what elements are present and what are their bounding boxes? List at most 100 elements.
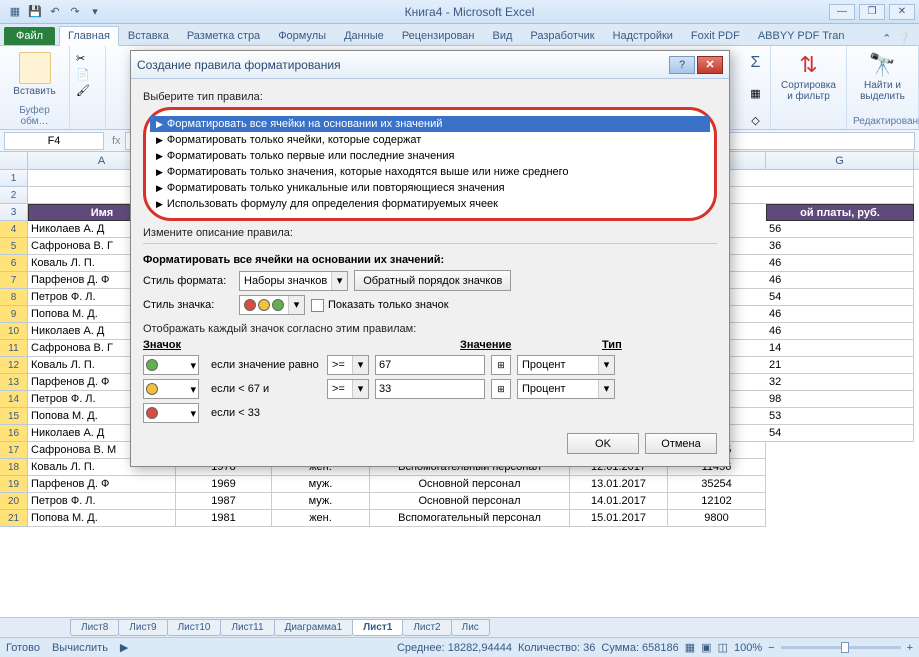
cell[interactable]: 1987 xyxy=(176,493,272,510)
row-header[interactable]: 3 xyxy=(0,204,28,221)
cell[interactable]: Основной персонал xyxy=(370,493,570,510)
row-header[interactable]: 6 xyxy=(0,255,28,272)
cell[interactable]: Основной персонал xyxy=(370,476,570,493)
sheet-tab[interactable]: Лис xyxy=(451,619,490,636)
show-icon-only-checkbox[interactable]: Показать только значок xyxy=(311,299,449,312)
rule-type-item[interactable]: ▶Форматировать только ячейки, которые со… xyxy=(150,132,710,148)
row-header[interactable]: 14 xyxy=(0,391,28,408)
cell[interactable]: 15.01.2017 xyxy=(570,510,668,527)
row-header[interactable]: 8 xyxy=(0,289,28,306)
icon2-combo[interactable]: ▾ xyxy=(143,379,199,399)
tab-foxit[interactable]: Foxit PDF xyxy=(682,26,749,45)
cell[interactable]: 98 xyxy=(766,391,914,408)
rule-type-item[interactable]: ▶Форматировать только значения, которые … xyxy=(150,164,710,180)
cell[interactable]: 14 xyxy=(766,340,914,357)
row-header[interactable]: 12 xyxy=(0,357,28,374)
zoom-out-button[interactable]: − xyxy=(768,642,774,654)
ribbon-minimize-icon[interactable]: ⌃ xyxy=(882,32,891,45)
row-header[interactable]: 10 xyxy=(0,323,28,340)
format-style-combo[interactable]: Наборы значков▾ xyxy=(239,271,348,291)
undo-icon[interactable]: ↶ xyxy=(46,3,64,21)
close-window-button[interactable]: ✕ xyxy=(889,4,915,20)
row-header[interactable]: 16 xyxy=(0,425,28,442)
minimize-button[interactable]: — xyxy=(829,4,855,20)
type2-combo[interactable]: Процент▾ xyxy=(517,379,615,399)
row-header[interactable]: 13 xyxy=(0,374,28,391)
sort-filter-button[interactable]: ⇅ Сортировка и фильтр xyxy=(777,48,840,106)
autosum-button[interactable]: Σ xyxy=(747,48,764,72)
ref1-picker[interactable]: ⊞ xyxy=(491,355,511,375)
sheet-tab[interactable]: Лист2 xyxy=(402,619,451,636)
tab-addons[interactable]: Надстройки xyxy=(604,26,682,45)
cell[interactable]: 1969 xyxy=(176,476,272,493)
cell[interactable]: 46 xyxy=(766,306,914,323)
cell[interactable]: жен. xyxy=(272,510,370,527)
zoom-slider[interactable] xyxy=(781,646,901,649)
tab-home[interactable]: Главная xyxy=(59,26,119,46)
row-header[interactable]: 5 xyxy=(0,238,28,255)
sheet-tab[interactable]: Диаграмма1 xyxy=(274,619,354,636)
paste-button[interactable]: Вставить xyxy=(6,48,63,101)
clear-icon[interactable]: ◇ xyxy=(747,114,764,127)
row-header[interactable]: 18 xyxy=(0,459,28,476)
rule-type-item[interactable]: ▶Форматировать только первые или последн… xyxy=(150,148,710,164)
cell[interactable]: 35254 xyxy=(668,476,766,493)
tab-developer[interactable]: Разработчик xyxy=(521,26,603,45)
zoom-in-button[interactable]: + xyxy=(907,642,913,654)
tab-data[interactable]: Данные xyxy=(335,26,393,45)
restore-button[interactable]: ❐ xyxy=(859,4,885,20)
copy-icon[interactable]: 📄 xyxy=(76,68,99,81)
tab-formulas[interactable]: Формулы xyxy=(269,26,335,45)
tab-view[interactable]: Вид xyxy=(484,26,522,45)
dialog-help-button[interactable]: ? xyxy=(669,56,695,74)
name-box[interactable]: F4 xyxy=(4,132,104,150)
cut-icon[interactable]: ✂ xyxy=(76,52,99,65)
cell[interactable]: Петров Ф. Л. xyxy=(28,493,176,510)
select-all-corner[interactable] xyxy=(0,152,28,169)
zoom-level[interactable]: 100% xyxy=(734,642,762,654)
ref2-picker[interactable]: ⊞ xyxy=(491,379,511,399)
row-header[interactable]: 11 xyxy=(0,340,28,357)
redo-icon[interactable]: ↷ xyxy=(66,3,84,21)
cell[interactable]: Парфенов Д. Ф xyxy=(28,476,176,493)
help-icon[interactable]: ❔ xyxy=(897,32,911,45)
icon-style-combo[interactable]: ▾ xyxy=(239,295,305,315)
cell[interactable]: 13.01.2017 xyxy=(570,476,668,493)
format-painter-icon[interactable]: 🖌 xyxy=(76,84,99,97)
tab-review[interactable]: Рецензирован xyxy=(393,26,484,45)
op2-combo[interactable]: >=▾ xyxy=(327,379,369,399)
icon1-combo[interactable]: ▾ xyxy=(143,355,199,375)
icon3-combo[interactable]: ▾ xyxy=(143,403,199,423)
status-macro-icon[interactable]: ▶ xyxy=(120,641,128,654)
row-header[interactable]: 7 xyxy=(0,272,28,289)
cell[interactable]: муж. xyxy=(272,476,370,493)
fx-icon[interactable]: fx xyxy=(108,135,125,147)
col-G[interactable]: G xyxy=(766,152,914,169)
view-normal-icon[interactable]: ▦ xyxy=(685,641,695,654)
rule-type-item[interactable]: ▶Использовать формулу для определения фо… xyxy=(150,196,710,212)
row-header[interactable]: 1 xyxy=(0,170,28,187)
row-header[interactable]: 9 xyxy=(0,306,28,323)
ok-button[interactable]: OK xyxy=(567,433,639,454)
find-select-button[interactable]: 🔭 Найти и выделить xyxy=(853,48,912,106)
save-icon[interactable]: 💾 xyxy=(26,3,44,21)
cell[interactable]: 1981 xyxy=(176,510,272,527)
cell[interactable]: 9800 xyxy=(668,510,766,527)
cell[interactable]: 36 xyxy=(766,238,914,255)
fill-icon[interactable]: ▦ xyxy=(747,87,764,100)
reverse-order-button[interactable]: Обратный порядок значков xyxy=(354,270,511,291)
cell[interactable]: 54 xyxy=(766,425,914,442)
cell[interactable]: 46 xyxy=(766,272,914,289)
sheet-tab[interactable]: Лист11 xyxy=(220,619,274,636)
value2-input[interactable] xyxy=(375,379,485,399)
op1-combo[interactable]: >=▾ xyxy=(327,355,369,375)
tab-layout[interactable]: Разметка стра xyxy=(178,26,269,45)
row-header[interactable]: 2 xyxy=(0,187,28,204)
rule-type-item[interactable]: ▶Форматировать все ячейки на основании и… xyxy=(150,116,710,132)
dialog-close-button[interactable]: ✕ xyxy=(697,56,723,74)
cell[interactable]: 56 xyxy=(766,221,914,238)
cell[interactable]: 46 xyxy=(766,255,914,272)
tab-insert[interactable]: Вставка xyxy=(119,26,178,45)
row-header[interactable]: 21 xyxy=(0,510,28,527)
cell[interactable]: 54 xyxy=(766,289,914,306)
